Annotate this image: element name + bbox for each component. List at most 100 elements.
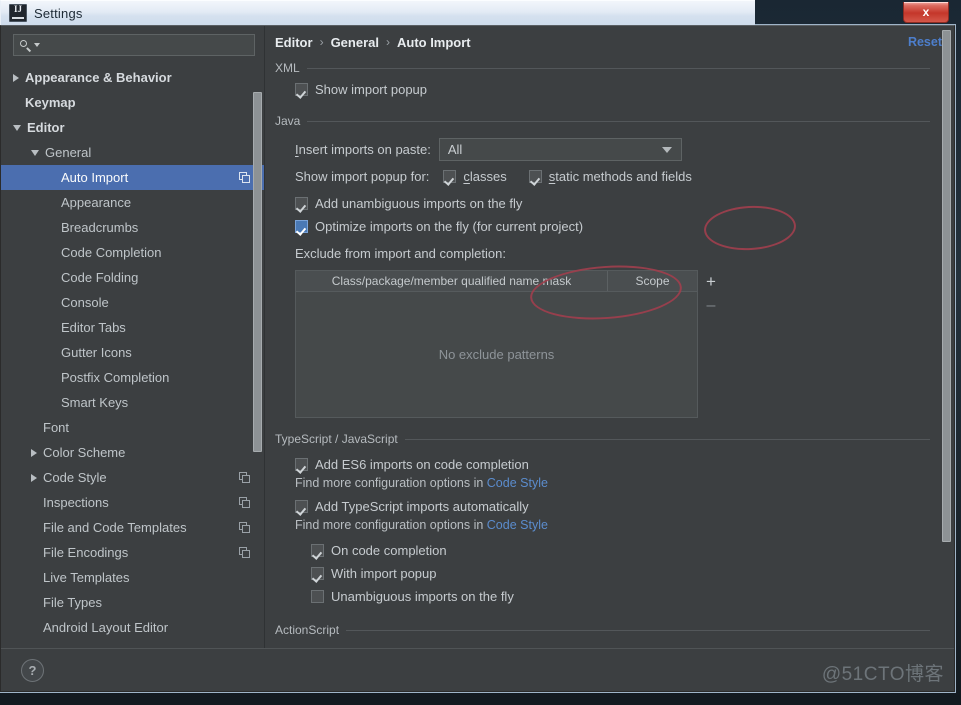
sidebar-item-label: Console — [61, 295, 109, 310]
chevron-down-icon[interactable] — [31, 149, 39, 156]
section-title-actionscript: ActionScript — [275, 623, 340, 637]
sidebar-item-auto-import[interactable]: Auto Import — [1, 165, 264, 190]
checkbox-add-typescript-imports[interactable] — [295, 500, 308, 513]
label-add-unambiguous-imports: Add unambiguous imports on the fly — [315, 196, 523, 211]
sidebar-item-live-templates[interactable]: Live Templates — [1, 565, 264, 590]
detail-scrollbar-thumb[interactable] — [942, 30, 951, 542]
sidebar-item-postfix-completion[interactable]: Postfix Completion — [1, 365, 264, 390]
sidebar-item-appearance-behavior[interactable]: Appearance & Behavior — [1, 65, 264, 90]
sidebar-item-label: Gutter Icons — [61, 345, 132, 360]
exclude-table[interactable]: Class/package/member qualified name mask… — [295, 270, 698, 418]
copy-settings-icon[interactable] — [239, 547, 250, 558]
exclude-table-buttons: + – — [700, 270, 722, 418]
sidebar-item-keymap[interactable]: Keymap — [1, 90, 264, 115]
sidebar-item-general[interactable]: General — [1, 140, 264, 165]
checkbox-optimize-imports[interactable] — [295, 220, 308, 233]
exclude-table-empty: No exclude patterns — [438, 347, 555, 362]
label-show-import-popup-for: Show import popup for: — [295, 169, 430, 184]
column-header-scope[interactable]: Scope — [608, 271, 697, 291]
checkbox-add-es6-imports[interactable] — [295, 458, 308, 471]
search-input[interactable] — [40, 37, 254, 53]
sidebar-item-appearance[interactable]: Appearance — [1, 190, 264, 215]
chevron-right-icon[interactable] — [31, 448, 37, 457]
chevron-down-icon[interactable] — [13, 124, 21, 131]
section-header-java: Java — [275, 111, 954, 131]
sidebar-item-editor-tabs[interactable]: Editor Tabs — [1, 315, 264, 340]
section-header-xml: XML — [275, 58, 954, 78]
sidebar-item-code-folding[interactable]: Code Folding — [1, 265, 264, 290]
close-button[interactable]: x — [903, 2, 949, 23]
sidebar-item-file-encodings[interactable]: File Encodings — [1, 540, 264, 565]
row-optimize-imports[interactable]: Optimize imports on the fly (for current… — [275, 215, 954, 238]
row-on-code-completion[interactable]: On code completion — [275, 539, 954, 562]
copy-settings-icon[interactable] — [239, 472, 250, 483]
insert-imports-combo[interactable]: All — [438, 138, 682, 161]
sidebar-scrollbar-thumb[interactable] — [253, 92, 262, 452]
sidebar-item-font[interactable]: Font — [1, 415, 264, 440]
sidebar-item-code-style[interactable]: Code Style — [1, 465, 264, 490]
column-header-mask[interactable]: Class/package/member qualified name mask — [296, 271, 608, 291]
remove-exclude-button[interactable]: – — [700, 294, 722, 318]
label-optimize-imports: Optimize imports on the fly (for current… — [315, 219, 584, 234]
checkbox-static-methods[interactable] — [528, 170, 542, 183]
hint-prefix: Find more configuration options in — [295, 518, 487, 532]
sidebar-item-label: Keymap — [25, 95, 76, 110]
sidebar-item-label: Smart Keys — [61, 395, 129, 410]
chevron-right-icon[interactable] — [31, 473, 37, 482]
sidebar-item-label: Code Folding — [61, 270, 139, 285]
sidebar-item-label: Appearance & Behavior — [25, 70, 172, 85]
copy-settings-icon[interactable] — [239, 522, 250, 533]
breadcrumb-item-editor[interactable]: Editor — [275, 35, 313, 50]
sidebar-item-smart-keys[interactable]: Smart Keys — [1, 390, 264, 415]
row-add-typescript-imports[interactable]: Add TypeScript imports automatically — [275, 495, 954, 518]
sidebar-item-gutter-icons[interactable]: Gutter Icons — [1, 340, 264, 365]
code-style-link[interactable]: Code Style — [487, 518, 548, 532]
dialog-body: Appearance & Behavior Keymap Editor General… — [1, 26, 954, 648]
checkbox-classes[interactable] — [443, 170, 457, 183]
sidebar-item-code-completion[interactable]: Code Completion — [1, 240, 264, 265]
label-on-code-completion: On code completion — [331, 543, 447, 558]
checkbox-show-import-popup[interactable] — [295, 83, 308, 96]
sidebar-item-file-and-code-templates[interactable]: File and Code Templates — [1, 515, 264, 540]
chevron-down-icon — [661, 146, 672, 153]
settings-dialog: Appearance & Behavior Keymap Editor General… — [0, 25, 955, 692]
breadcrumb-item-general[interactable]: General — [331, 35, 379, 50]
breadcrumb-separator: › — [319, 35, 324, 49]
sidebar-item-console[interactable]: Console — [1, 290, 264, 315]
search-icon — [19, 39, 32, 52]
row-with-import-popup[interactable]: With import popup — [275, 562, 954, 585]
checkbox-add-unambiguous-imports[interactable] — [295, 197, 308, 210]
section-rule — [306, 67, 930, 69]
sidebar-item-label: File Encodings — [43, 545, 129, 560]
row-show-import-popup[interactable]: Show import popup — [275, 78, 954, 101]
row-add-unambiguous-imports[interactable]: Add unambiguous imports on the fly — [275, 192, 954, 215]
sidebar-item-inspections[interactable]: Inspections — [1, 490, 264, 515]
checkbox-with-import-popup[interactable] — [311, 567, 324, 580]
code-style-link[interactable]: Code Style — [487, 476, 548, 490]
checkbox-on-code-completion[interactable] — [311, 544, 324, 557]
row-add-es6-imports[interactable]: Add ES6 imports on code completion — [275, 453, 954, 476]
row-unambiguous-imports-on-the-fly[interactable]: Unambiguous imports on the fly — [275, 585, 954, 608]
sidebar-item-color-scheme[interactable]: Color Scheme — [1, 440, 264, 465]
sidebar-item-breadcrumbs[interactable]: Breadcrumbs — [1, 215, 264, 240]
settings-tree[interactable]: Appearance & Behavior Keymap Editor General… — [1, 63, 264, 648]
add-exclude-button[interactable]: + — [700, 270, 722, 294]
chevron-right-icon[interactable] — [13, 73, 19, 82]
row-show-import-popup-for: Show import popup for: classes static me… — [275, 165, 954, 188]
help-button[interactable]: ? — [21, 658, 44, 682]
sidebar-item-label: Breadcrumbs — [61, 220, 139, 235]
search-box[interactable] — [13, 34, 255, 56]
section-header-actionscript: ActionScript — [275, 620, 954, 640]
reset-link[interactable]: Reset — [908, 35, 942, 49]
copy-settings-icon[interactable] — [239, 172, 250, 183]
copy-settings-icon[interactable] — [239, 497, 250, 508]
label-with-import-popup: With import popup — [331, 566, 437, 581]
sidebar-item-label: Code Completion — [61, 245, 162, 260]
sidebar-item-android-layout-editor[interactable]: Android Layout Editor — [1, 615, 264, 640]
auto-import-settings: XML Show import popup Java Insert import… — [265, 58, 954, 648]
sidebar-item-file-types[interactable]: File Types — [1, 590, 264, 615]
label-add-es6-imports: Add ES6 imports on code completion — [315, 457, 529, 472]
breadcrumb-separator: › — [385, 35, 390, 49]
sidebar-item-editor[interactable]: Editor — [1, 115, 264, 140]
checkbox-unambiguous-imports-on-the-fly[interactable] — [311, 590, 324, 603]
